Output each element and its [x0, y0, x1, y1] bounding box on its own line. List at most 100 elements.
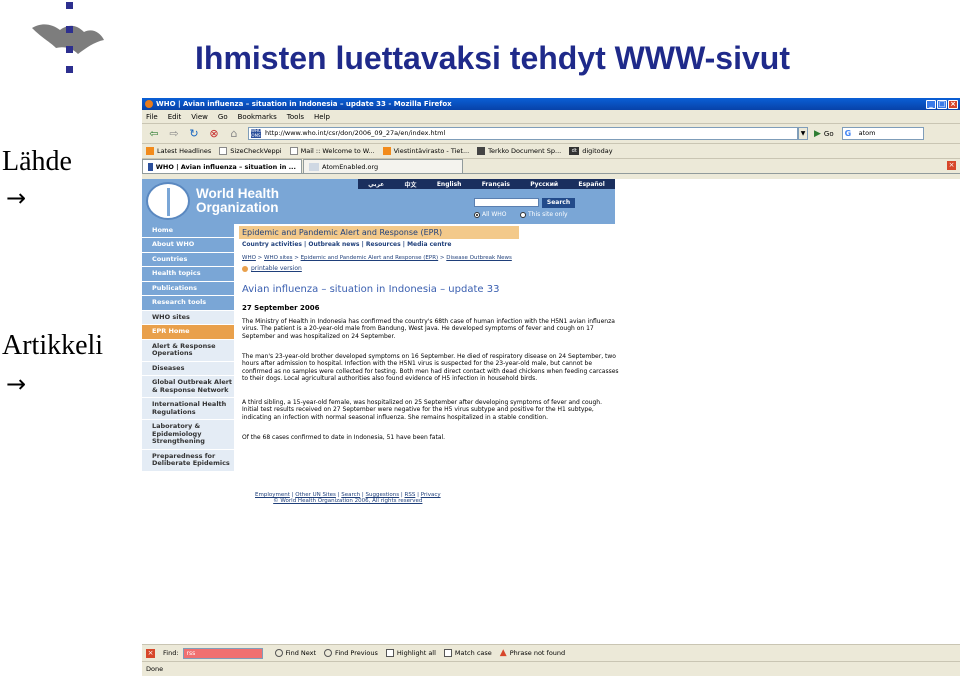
- footer-privacy[interactable]: Privacy: [421, 492, 441, 498]
- bookmark-item[interactable]: SizeCheckVeppi: [219, 147, 282, 155]
- nav-alert-response[interactable]: Alert & Response Operations: [142, 339, 234, 362]
- print-icon: [242, 265, 248, 272]
- back-button[interactable]: ⇦: [146, 127, 162, 141]
- nav-diseases[interactable]: Diseases: [142, 361, 234, 376]
- bookmark-item[interactable]: Terkko Document Sp...: [477, 147, 561, 155]
- rss-icon: [382, 147, 391, 155]
- bookmark-item[interactable]: dt digitoday: [569, 147, 613, 155]
- bookmarks-toolbar: Latest Headlines SizeCheckVeppi Mail :: …: [142, 144, 960, 159]
- nav-who-sites[interactable]: WHO sites: [142, 310, 234, 325]
- radio-this-site[interactable]: This site only: [520, 211, 568, 218]
- go-button[interactable]: ▶ Go: [814, 129, 834, 139]
- maximize-button[interactable]: □: [937, 99, 947, 109]
- nav-publications[interactable]: Publications: [142, 281, 234, 296]
- subnav-country-activities[interactable]: Country activities: [242, 241, 302, 248]
- close-tab-button[interactable]: ×: [947, 161, 956, 170]
- subnav-media-centre[interactable]: Media centre: [407, 241, 451, 248]
- dt-icon: dt: [569, 147, 580, 155]
- menu-go[interactable]: Go: [218, 113, 228, 121]
- nav-preparedness[interactable]: Preparedness for Deliberate Epidemics: [142, 449, 234, 472]
- who-favicon-icon: [148, 162, 153, 171]
- nav-laboratory[interactable]: Laboratory & Epidemiology Strengthening: [142, 420, 234, 450]
- nav-epr-home[interactable]: EPR Home: [142, 325, 234, 340]
- language-bar: عربي 中文 English Français Русский Español: [358, 179, 615, 189]
- firefox-icon: [145, 100, 153, 108]
- lang-russian[interactable]: Русский: [530, 181, 558, 188]
- lang-arabic[interactable]: عربي: [368, 181, 384, 188]
- warning-icon: ▲: [499, 648, 507, 658]
- university-logo-icon: [32, 2, 104, 73]
- forward-button[interactable]: ⇨: [166, 127, 182, 141]
- nav-home[interactable]: Home: [142, 224, 234, 238]
- breadcrumb-who[interactable]: WHO: [242, 255, 256, 261]
- article-label: Artikkeli: [2, 330, 104, 361]
- url-bar[interactable]: WHO OMS http://www.who.int/csr/don/2006_…: [248, 127, 798, 140]
- radio-selected-icon: [474, 211, 480, 218]
- menu-edit[interactable]: Edit: [168, 113, 182, 121]
- source-label: Lähde: [2, 146, 72, 177]
- url-dropdown-button[interactable]: ▼: [798, 127, 808, 140]
- who-search-input[interactable]: [474, 198, 539, 207]
- browser-window: WHO | Avian influenza – situation in Ind…: [142, 98, 960, 676]
- breadcrumb: WHO > WHO sites > Epidemic and Pandemic …: [242, 255, 512, 261]
- menu-tools[interactable]: Tools: [287, 113, 304, 121]
- nav-countries[interactable]: Countries: [142, 252, 234, 267]
- article-arrow: →: [6, 370, 27, 398]
- find-previous-button[interactable]: Find Previous: [324, 649, 378, 657]
- page-icon: [219, 147, 228, 155]
- breadcrumb-who-sites[interactable]: WHO sites: [264, 255, 292, 261]
- nav-goarn[interactable]: Global Outbreak Alert & Response Network: [142, 376, 234, 398]
- reload-button[interactable]: ↻: [186, 127, 202, 141]
- breadcrumb-outbreak-news[interactable]: Disease Outbreak News: [446, 255, 512, 261]
- nav-research-tools[interactable]: Research tools: [142, 296, 234, 311]
- radio-all-who[interactable]: All WHO: [474, 211, 507, 218]
- tab-bar: WHO | Avian influenza – situation in ...…: [142, 159, 960, 174]
- subnav-resources[interactable]: Resources: [366, 241, 401, 248]
- menu-view[interactable]: View: [191, 113, 208, 121]
- search-value: atom: [858, 129, 876, 137]
- google-icon: G: [844, 129, 852, 138]
- search-input[interactable]: G atom: [841, 127, 924, 140]
- footer-copyright[interactable]: © World Health Organization 2006, All ri…: [255, 498, 441, 504]
- stop-button[interactable]: ⊗: [206, 127, 222, 141]
- nav-about[interactable]: About WHO: [142, 238, 234, 253]
- lang-chinese[interactable]: 中文: [405, 180, 417, 189]
- close-find-button[interactable]: ×: [146, 648, 155, 658]
- section-title: Epidemic and Pandemic Alert and Response…: [239, 226, 519, 239]
- home-button[interactable]: ⌂: [226, 127, 242, 141]
- menu-bookmarks[interactable]: Bookmarks: [238, 113, 277, 121]
- find-status: ▲ Phrase not found: [499, 648, 566, 658]
- bookmark-item[interactable]: Mail :: Welcome to W...: [289, 147, 375, 155]
- lang-english[interactable]: English: [437, 181, 462, 188]
- page-footer: Employment | Other UN Sites | Search | S…: [255, 492, 441, 504]
- page-favicon-icon: [309, 162, 319, 171]
- menu-help[interactable]: Help: [314, 113, 330, 121]
- find-input[interactable]: rss: [182, 647, 263, 659]
- printable-version-link[interactable]: printable version: [242, 265, 302, 272]
- nav-ihr[interactable]: International Health Regulations: [142, 398, 234, 420]
- menu-bar: File Edit View Go Bookmarks Tools Help: [142, 110, 960, 124]
- who-name[interactable]: World Health Organization: [196, 187, 279, 215]
- nav-health-topics[interactable]: Health topics: [142, 267, 234, 282]
- minimize-button[interactable]: _: [926, 99, 936, 109]
- breadcrumb-epr[interactable]: Epidemic and Pandemic Alert and Response…: [301, 255, 439, 261]
- lang-spanish[interactable]: Español: [578, 181, 604, 188]
- tab-who[interactable]: WHO | Avian influenza – situation in ...: [142, 159, 302, 173]
- bookmark-item[interactable]: Viestintävirasto - Tiet...: [382, 147, 469, 155]
- find-bar: × Find: rss Find Next Find Previous High…: [142, 644, 960, 661]
- menu-file[interactable]: File: [146, 113, 158, 121]
- subnav-outbreak-news[interactable]: Outbreak news: [308, 241, 359, 248]
- bookmark-item[interactable]: Latest Headlines: [146, 147, 211, 155]
- lang-french[interactable]: Français: [482, 181, 510, 188]
- highlight-all-button[interactable]: Highlight all: [385, 649, 436, 657]
- who-search-button[interactable]: Search: [542, 198, 575, 208]
- match-case-checkbox[interactable]: Match case: [443, 649, 492, 657]
- tab-atomenabled[interactable]: AtomEnabled.org: [303, 159, 463, 173]
- window-title: WHO | Avian influenza – situation in Ind…: [156, 100, 452, 108]
- close-window-button[interactable]: ×: [948, 99, 958, 109]
- document-icon: [477, 147, 486, 155]
- find-previous-icon: [324, 649, 333, 657]
- find-next-button[interactable]: Find Next: [274, 649, 316, 657]
- slide-title: Ihmisten luettavaksi tehdyt WWW-sivut: [195, 40, 790, 76]
- window-titlebar: WHO | Avian influenza – situation in Ind…: [142, 98, 960, 110]
